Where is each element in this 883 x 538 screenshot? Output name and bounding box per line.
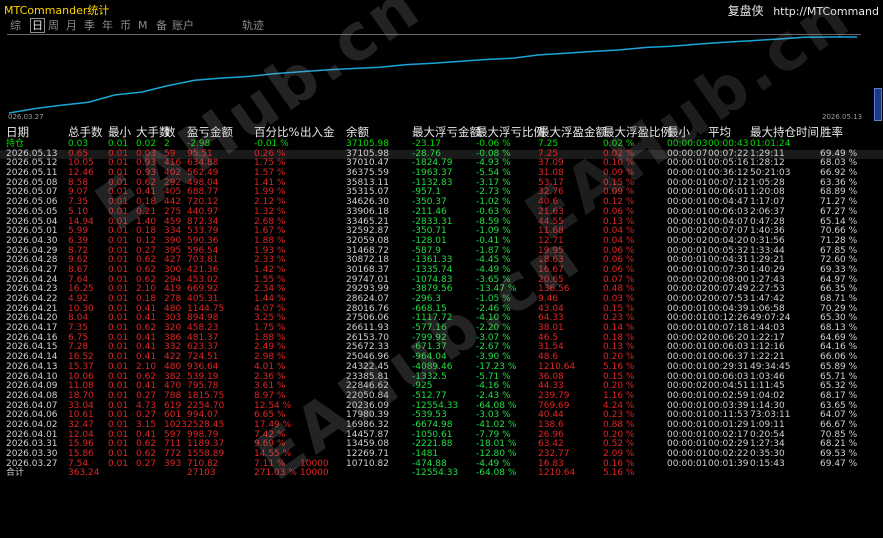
cell-col-8: 10710.82 bbox=[346, 458, 389, 469]
cell-col-7: 10000 bbox=[300, 468, 329, 479]
tab-5[interactable]: 年 bbox=[102, 19, 113, 32]
tab-1[interactable]: 日 bbox=[30, 18, 45, 33]
cell-col-16: 胜率 bbox=[820, 125, 843, 139]
cell-col-6: 271.03 % bbox=[254, 468, 297, 479]
cell-col-7: 出入金 bbox=[300, 125, 335, 139]
equity-chart bbox=[7, 34, 861, 121]
cell-col-8: 余额 bbox=[346, 125, 369, 139]
cell-col-11: 1210.64 bbox=[538, 468, 576, 479]
chart-end-date: 2026.05.13 bbox=[822, 113, 863, 121]
cell-col-13: 00:00:01 bbox=[667, 458, 708, 469]
cell-col-12: 最大浮盈比例 bbox=[603, 125, 672, 139]
tab-9[interactable]: 账户 bbox=[172, 19, 194, 32]
cell-col-14: 平均 bbox=[708, 125, 731, 139]
tab-3[interactable]: 月 bbox=[66, 19, 77, 32]
cell-col-0: 日期 bbox=[6, 125, 29, 139]
cell-col-15: 0:15:43 bbox=[750, 458, 785, 469]
brand-name: 复盘侠 bbox=[727, 4, 764, 18]
tab-4[interactable]: 季 bbox=[84, 19, 95, 32]
cell-col-9: -12554.33 bbox=[412, 468, 459, 479]
tab-7[interactable]: M bbox=[138, 19, 148, 32]
cell-col-10: 最大浮亏比例 bbox=[476, 125, 545, 139]
tab-6[interactable]: 币 bbox=[120, 19, 131, 32]
cell-col-15: 最大持仓时间 bbox=[750, 125, 819, 139]
tab-10[interactable]: 轨迹 bbox=[242, 19, 264, 32]
cell-col-5: 27103 bbox=[187, 468, 216, 479]
cell-col-2: 最小 bbox=[108, 125, 131, 139]
tab-0[interactable]: 综 bbox=[10, 19, 21, 32]
app-title: MTCommander统计 bbox=[4, 4, 110, 17]
equity-line bbox=[8, 36, 857, 114]
total-row[interactable]: 合计 363.24 27103 271.03 % 10000 -12554.33 -64.0… bbox=[0, 469, 883, 479]
cell-col-10: -64.08 % bbox=[476, 468, 517, 479]
cell-col-4: 数 bbox=[164, 125, 176, 139]
cell-col-4: 393 bbox=[164, 458, 182, 469]
cell-col-14: 00:01:39 bbox=[708, 458, 749, 469]
tab-8[interactable]: 备 bbox=[156, 19, 167, 32]
cell-col-12: 5.16 % bbox=[603, 468, 635, 479]
brand-url[interactable]: http://MTCommand bbox=[773, 5, 879, 18]
stats-table: 日期 总手数 最小 大手数数盈亏金额 百分比% 出入金 余额 最大浮亏金额 最大浮亏比例 最大浮盈… bbox=[0, 126, 883, 479]
cell-col-3: 0.27 bbox=[136, 458, 157, 469]
cell-col-5: 盈亏金额 bbox=[187, 125, 233, 139]
table-header[interactable]: 日期 总手数 最小 大手数数盈亏金额 百分比% 出入金 余额 最大浮亏金额 最大浮亏比例 最大浮盈… bbox=[0, 126, 883, 140]
title-bar: MTCommander统计 复盘侠 http://MTCommand bbox=[0, 0, 883, 18]
cell-col-9: 最大浮亏金额 bbox=[412, 125, 481, 139]
cell-col-0: 合计 bbox=[6, 468, 25, 479]
chart-start-date: 026.03.27 bbox=[8, 113, 44, 121]
cell-col-1: 363.24 bbox=[68, 468, 100, 479]
cell-col-13: 最小 bbox=[667, 125, 690, 139]
brand: 复盘侠 http://MTCommand bbox=[728, 2, 879, 19]
cell-col-16: 69.47 % bbox=[820, 458, 858, 469]
chart-scroll-handle[interactable] bbox=[874, 88, 882, 121]
cell-col-6: 百分比% bbox=[254, 125, 300, 139]
cell-col-2: 0.01 bbox=[108, 458, 129, 469]
equity-chart-svg bbox=[8, 36, 857, 114]
cell-col-11: 最大浮盈金额 bbox=[538, 125, 607, 139]
tab-2[interactable]: 周 bbox=[48, 19, 59, 32]
cell-col-1: 总手数 bbox=[68, 125, 103, 139]
